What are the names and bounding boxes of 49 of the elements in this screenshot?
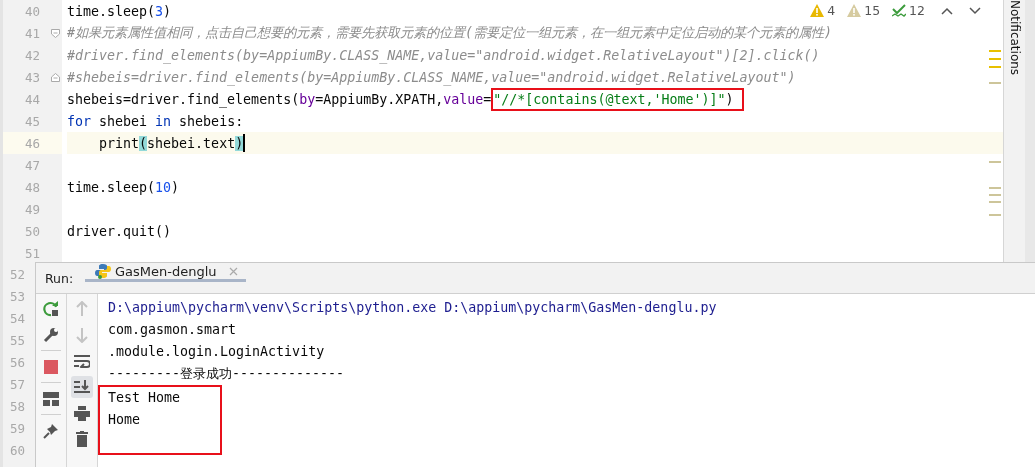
previous-highlight-icon[interactable] — [941, 6, 953, 15]
line-number: 41 — [24, 25, 42, 41]
warning-icon — [847, 4, 862, 17]
code-line: shebeis=driver.find_elements(by=AppiumBy.XPATH,value="//*[contains(@text,'Home')]") — [67, 87, 744, 111]
check-icon — [892, 4, 907, 17]
line-number: 54 — [9, 310, 27, 328]
run-tab[interactable]: GasMen-denglu — [85, 263, 246, 282]
line-number: 57 — [9, 376, 27, 394]
line-number: 50 — [24, 223, 42, 239]
next-highlight-icon[interactable] — [969, 6, 981, 15]
line-number: 59 — [9, 420, 27, 438]
inspection-count[interactable]: 12 — [909, 3, 925, 18]
line-number: 52 — [9, 266, 27, 284]
console-line: ---------登录成功-------------- — [108, 365, 345, 383]
console-line: .module.login.LoginActivity — [108, 343, 325, 361]
line-number: 58 — [9, 398, 27, 416]
code-line: time.sleep(10) — [67, 179, 180, 195]
line-number: 40 — [24, 3, 42, 19]
line-number: 51 — [24, 245, 42, 261]
line-number: 44 — [24, 91, 42, 107]
line-number: 60 — [9, 442, 27, 460]
line-number: 48 — [24, 179, 42, 195]
line-number: 42 — [24, 47, 42, 63]
line-number: 45 — [24, 113, 42, 129]
code-line: print(shebei.text) — [98, 135, 244, 151]
notifications-tab[interactable]: Notifications — [1007, 0, 1022, 76]
line-number: 56 — [9, 354, 27, 372]
run-label: Run: — [44, 269, 75, 288]
warning-icon — [810, 4, 825, 17]
console-line: Home — [108, 411, 141, 429]
scroll-to-end-button[interactable] — [71, 376, 93, 398]
line-number: 46 — [24, 135, 42, 151]
code-line: driver.quit() — [67, 223, 172, 239]
console-line: Test Home — [108, 389, 181, 407]
line-number: 47 — [24, 157, 42, 173]
inspection-count[interactable]: 4 — [827, 3, 836, 18]
code-line: time.sleep(3) — [67, 3, 172, 19]
line-number: 55 — [9, 332, 27, 350]
code-line: #shebeis=driver.find_elements(by=AppiumBy.CLASS_NAME,value="android.widget.RelativeLayout") — [67, 69, 796, 85]
python-icon — [95, 263, 111, 279]
code-line: for shebei in shebeis: — [67, 113, 244, 129]
inspection-count[interactable]: 15 — [864, 3, 881, 18]
console-line: D:\appium\pycharm\venv\Scripts\python.exe D:\appium\pycharm\GasMen-denglu.py — [108, 299, 717, 317]
console-line: com.gasmon.smart — [108, 321, 237, 339]
line-number: 53 — [9, 288, 27, 306]
code-line: #driver.find_elements(by=AppiumBy.CLASS_NAME,value="android.widget.RelativeLayout")[2].click() — [67, 47, 820, 63]
code-line: #如果元素属性值相同，点击自己想要的元素，需要先获取元素的位置(需要定位一组元素，在一组元素中定位启动的某个元素的属性) — [67, 24, 833, 42]
line-number: 49 — [24, 201, 42, 217]
line-number: 43 — [24, 69, 42, 85]
